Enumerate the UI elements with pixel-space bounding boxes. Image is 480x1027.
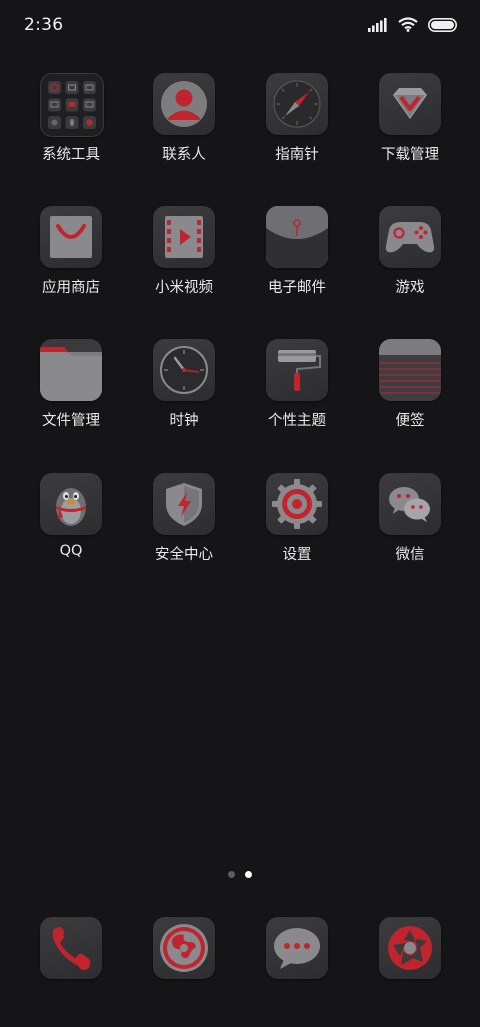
signal-icon [368,17,388,36]
app-qq[interactable]: QQ [21,473,121,583]
notes-icon [379,339,441,401]
file-manager-icon [40,339,102,401]
dock [0,917,480,981]
app-security[interactable]: 安全中心 [134,473,234,583]
app-label: 游戏 [395,280,425,296]
app-settings[interactable]: 设置 [247,473,347,583]
compass-icon [266,73,328,135]
app-label: 微信 [395,547,425,563]
app-store[interactable]: 应用商店 [21,206,121,316]
app-label: 应用商店 [42,280,100,296]
app-label: QQ [59,543,83,559]
app-label: 设置 [282,547,312,563]
browser-icon [153,917,215,979]
app-label: 指南针 [275,147,319,163]
app-system-tools[interactable]: 系统工具 [21,73,121,183]
dock-browser[interactable] [134,917,234,1027]
dock-phone[interactable] [21,917,121,1027]
wifi-icon [398,16,418,36]
app-label: 电子邮件 [268,280,326,296]
app-notes[interactable]: 便签 [360,339,460,449]
status-icons [368,15,458,37]
app-contacts[interactable]: 联系人 [134,73,234,183]
wechat-icon [379,473,441,535]
theme-icon [266,339,328,401]
download-manager-icon [379,73,441,135]
folder-icon [40,73,104,137]
email-icon [266,206,328,268]
phone-icon [40,917,102,979]
app-label: 小米视频 [155,280,213,296]
page-dot[interactable] [228,871,235,878]
app-label: 安全中心 [155,547,213,563]
page-dot-active[interactable] [245,871,252,878]
contacts-icon [153,73,215,135]
app-wechat[interactable]: 微信 [360,473,460,583]
battery-icon [428,17,458,36]
video-icon [153,206,215,268]
app-label: 便签 [395,413,425,429]
app-games[interactable]: 游戏 [360,206,460,316]
page-indicator [0,871,480,881]
app-file-manager[interactable]: 文件管理 [21,339,121,449]
security-shield-icon [153,473,215,535]
app-label: 系统工具 [42,147,100,163]
app-clock[interactable]: 时钟 [134,339,234,449]
qq-penguin-icon [40,473,102,535]
app-mi-video[interactable]: 小米视频 [134,206,234,316]
app-label: 个性主题 [268,413,326,429]
messages-icon [266,917,328,979]
settings-gear-icon [266,473,328,535]
app-label: 下载管理 [381,147,439,163]
app-label: 联系人 [162,147,206,163]
status-time: 2:36 [24,15,64,35]
app-store-icon [40,206,102,268]
gamepad-icon [379,206,441,268]
dock-messages[interactable] [247,917,347,1027]
dock-camera[interactable] [360,917,460,1027]
app-compass[interactable]: 指南针 [247,73,347,183]
status-bar: 2:36 [0,0,480,52]
app-themes[interactable]: 个性主题 [247,339,347,449]
clock-icon [153,339,215,401]
app-label: 文件管理 [42,413,100,429]
camera-icon [379,917,441,979]
app-downloads[interactable]: 下载管理 [360,73,460,183]
app-email[interactable]: 电子邮件 [247,206,347,316]
app-label: 时钟 [169,413,199,429]
